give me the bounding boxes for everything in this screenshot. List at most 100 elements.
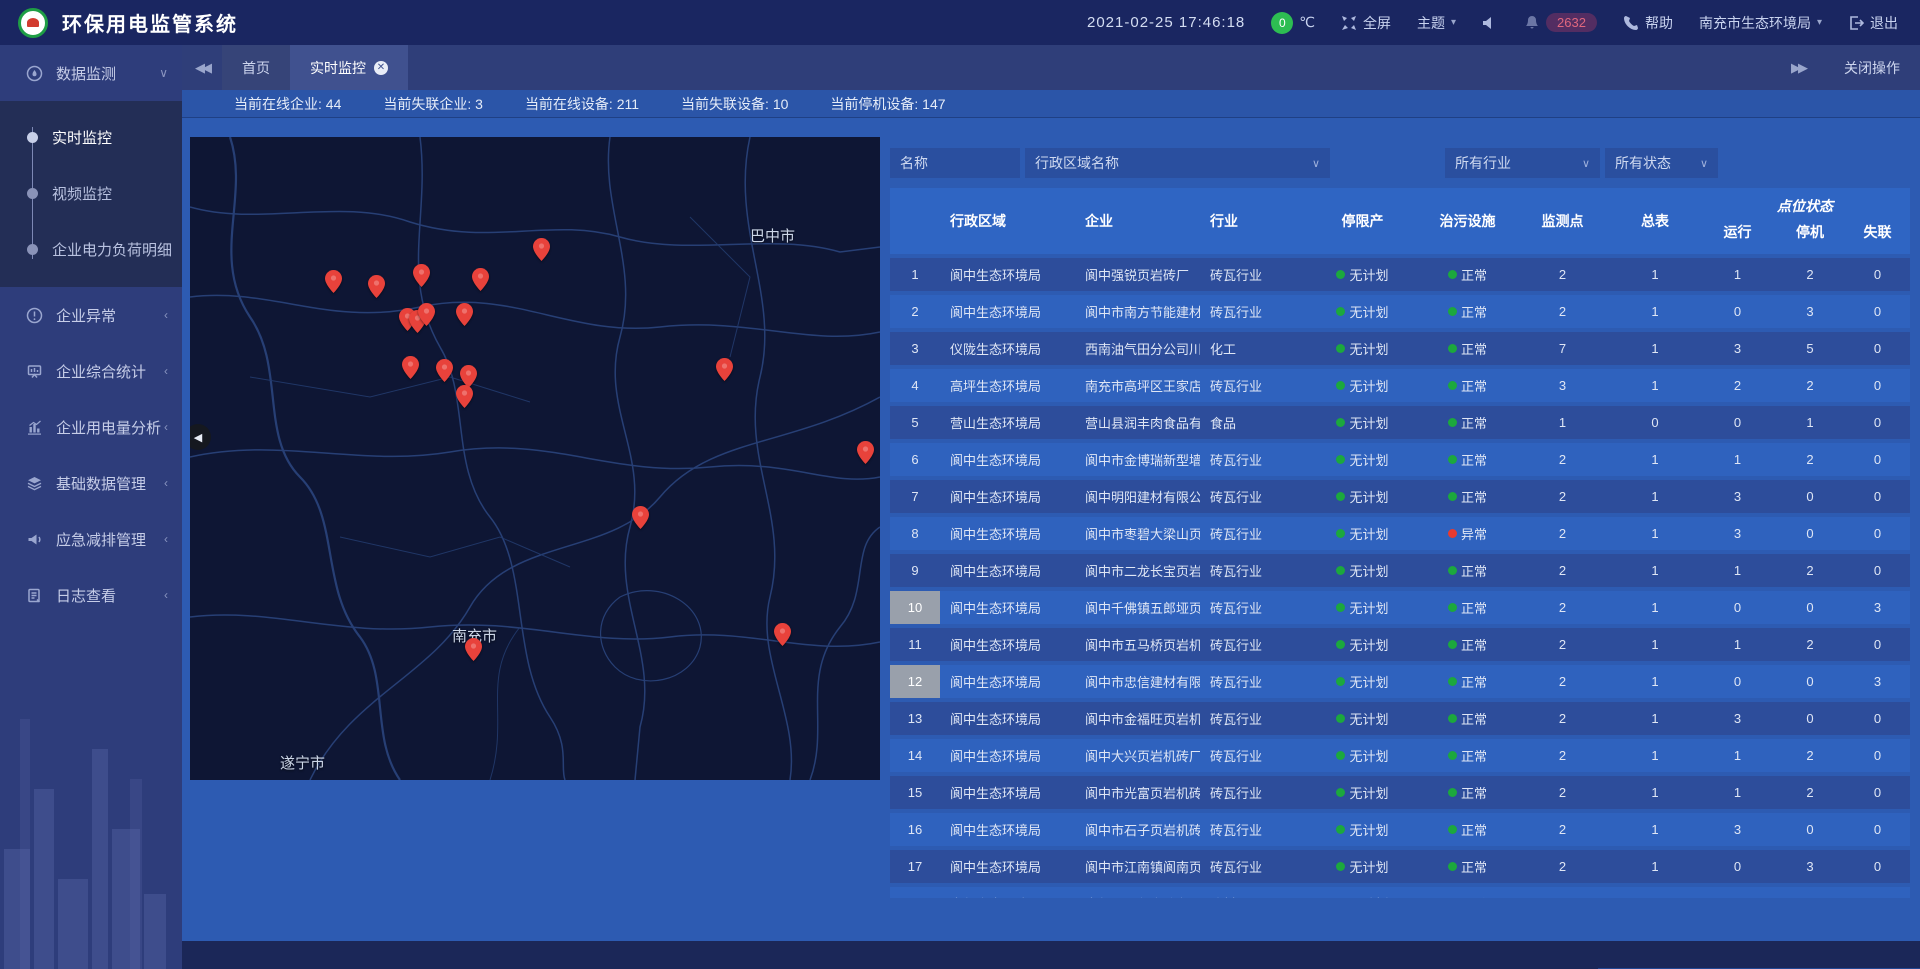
monitor-count: 2 <box>1515 859 1610 874</box>
layers-icon <box>26 475 43 492</box>
logout-button[interactable]: 退出 <box>1848 13 1898 33</box>
table-row[interactable]: 8阆中生态环境局阆中市枣碧大梁山页岩砖瓦行业无计划异常21300 <box>890 517 1910 550</box>
meter-count: 1 <box>1610 859 1700 874</box>
notifications[interactable]: 2632 <box>1524 13 1597 32</box>
region-cell: 仪陇生态环境局 <box>940 339 1075 358</box>
header-right: 2021-02-25 17:46:18 0 ℃ 全屏 主题 ▾ <box>1087 12 1920 34</box>
map-pin-icon[interactable] <box>402 356 419 379</box>
map-pin-icon[interactable] <box>456 303 473 326</box>
status-dot-icon <box>1448 640 1457 649</box>
region-select[interactable]: 行政区域名称 ∨ <box>1025 148 1330 178</box>
stop-count: 5 <box>1775 341 1845 356</box>
map-panel[interactable]: 巴中市南充市遂宁市 ◀ <box>190 137 880 780</box>
map-pin-icon[interactable] <box>533 238 550 261</box>
map-pin-icon[interactable] <box>418 303 435 326</box>
industry-select[interactable]: 所有行业 ∨ <box>1445 148 1600 178</box>
meter-count: 1 <box>1610 748 1700 763</box>
map-pin-icon[interactable] <box>857 441 874 464</box>
run-count: 1 <box>1700 452 1775 467</box>
lost-count: 0 <box>1845 748 1910 763</box>
sidebar-item-应急减排管理[interactable]: 应急减排管理‹ <box>0 511 182 567</box>
production-status: 无计划 <box>1305 413 1420 432</box>
map-pin-icon[interactable] <box>413 264 430 287</box>
status-select[interactable]: 所有状态 ∨ <box>1605 148 1718 178</box>
status-dot-icon <box>1336 529 1345 538</box>
table-row[interactable]: 9阆中生态环境局阆中市二龙长宝页岩砖砖瓦行业无计划正常21120 <box>890 554 1910 587</box>
sidebar-subitem-实时监控[interactable]: 实时监控 <box>0 109 182 165</box>
sidebar-item-日志查看[interactable]: 日志查看‹ <box>0 567 182 623</box>
table-row[interactable]: 4高坪生态环境局南充市高坪区王家店建砖瓦行业无计划正常31220 <box>890 369 1910 402</box>
sidebar-item-企业异常[interactable]: 企业异常‹ <box>0 287 182 343</box>
lost-count: 0 <box>1845 896 1910 898</box>
meter-count: 1 <box>1610 489 1700 504</box>
theme-dropdown[interactable]: 主题 ▾ <box>1417 13 1456 33</box>
table-row[interactable]: 6阆中生态环境局阆中市金博瑞新型墙材砖瓦行业无计划正常21120 <box>890 443 1910 476</box>
tab-home[interactable]: 首页 <box>222 45 290 90</box>
fullscreen-button[interactable]: 全屏 <box>1341 13 1391 33</box>
row-index: 7 <box>890 480 940 513</box>
org-dropdown[interactable]: 南充市生态环境局 ▾ <box>1699 13 1822 33</box>
stat-当前失联设备: 当前失联设备: 10 <box>681 94 788 114</box>
table-row[interactable]: 15阆中生态环境局阆中市光富页岩机砖厂砖瓦行业无计划正常21120 <box>890 776 1910 809</box>
chevron-down-icon: ∨ <box>1572 157 1590 170</box>
app-logo-icon <box>18 8 48 38</box>
sidebar-subitem-视频监控[interactable]: 视频监控 <box>0 165 182 221</box>
sidebar-item-数据监测[interactable]: 数据监测∨ <box>0 45 182 101</box>
table-row[interactable]: 16阆中生态环境局阆中市石子页岩机砖厂砖瓦行业无计划正常21300 <box>890 813 1910 846</box>
col-point-status-group: 点位状态 <box>1700 196 1910 218</box>
map-pin-icon[interactable] <box>632 506 649 529</box>
production-status: 无计划 <box>1305 672 1420 691</box>
table-row[interactable]: 2阆中生态环境局阆中市南方节能建材有砖瓦行业无计划正常21030 <box>890 295 1910 328</box>
treatment-status: 正常 <box>1420 487 1515 506</box>
table-row[interactable]: 1阆中生态环境局阆中强锐页岩砖厂砖瓦行业无计划正常21120 <box>890 258 1910 291</box>
table-row[interactable]: 10阆中生态环境局阆中千佛镇五郎垭页岩砖瓦行业无计划正常21003 <box>890 591 1910 624</box>
treatment-status: 正常 <box>1420 450 1515 469</box>
table-row[interactable]: 12阆中生态环境局阆中市忠信建材有限公砖瓦行业无计划正常21003 <box>890 665 1910 698</box>
sidebar-subitem-企业电力负荷明细[interactable]: 企业电力负荷明细 <box>0 221 182 277</box>
map-pin-icon[interactable] <box>465 638 482 661</box>
table-row[interactable]: 3仪陇生态环境局西南油气田分公司川中化工无计划正常71350 <box>890 332 1910 365</box>
table-row[interactable]: 5营山生态环境局营山县润丰肉食品有限食品无计划正常10010 <box>890 406 1910 439</box>
chevron-left-icon: ‹ <box>164 308 168 322</box>
meter-count: 1 <box>1610 563 1700 578</box>
close-operations-button[interactable]: 关闭操作 <box>1844 58 1900 78</box>
tab-realtime-monitor[interactable]: 实时监控 ✕ <box>290 45 408 90</box>
map-pin-icon[interactable] <box>472 268 489 291</box>
sidebar-item-基础数据管理[interactable]: 基础数据管理‹ <box>0 455 182 511</box>
table-row[interactable]: 7阆中生态环境局阆中明阳建材有限公司砖瓦行业无计划正常21300 <box>890 480 1910 513</box>
name-search-input[interactable] <box>900 155 1010 171</box>
table-row[interactable]: 14阆中生态环境局阆中大兴页岩机砖厂砖瓦行业无计划正常21120 <box>890 739 1910 772</box>
map-pin-icon[interactable] <box>456 385 473 408</box>
datetime: 2021-02-25 17:46:18 <box>1087 14 1245 31</box>
table-row[interactable]: 13阆中生态环境局阆中市金福旺页岩机砖砖瓦行业无计划正常21300 <box>890 702 1910 735</box>
table-row[interactable]: 17阆中生态环境局阆中市江南镇阆南页岩砖瓦行业无计划正常21030 <box>890 850 1910 883</box>
help-button[interactable]: 帮助 <box>1623 13 1673 33</box>
map-pin-icon[interactable] <box>716 358 733 381</box>
tabs-scroll-left-icon[interactable]: ◀◀ <box>182 45 222 90</box>
tabs-scroll-right-icon[interactable]: ▶▶ <box>1778 60 1818 76</box>
status-dot-icon <box>1336 714 1345 723</box>
status-dot-icon <box>1336 307 1345 316</box>
region-cell: 阆中生态环境局 <box>940 302 1075 321</box>
lost-count: 3 <box>1845 674 1910 689</box>
chevron-down-icon: ▾ <box>1451 17 1456 28</box>
map-pin-icon[interactable] <box>774 623 791 646</box>
production-status: 无计划 <box>1305 635 1420 654</box>
table-row[interactable]: 18南部生态环境局南部县砌华土砖有限公建材加工无计划正常21120 <box>890 887 1910 898</box>
table-header: 行政区域 企业 行业 停限产 治污设施 监测点 总表 点位状态 运行 停机 失联 <box>890 188 1910 254</box>
mute-button[interactable] <box>1482 15 1498 31</box>
production-status: 无计划 <box>1305 857 1420 876</box>
skyline-decoration <box>0 669 182 969</box>
map-pin-icon[interactable] <box>368 275 385 298</box>
table-row[interactable]: 11阆中生态环境局阆中市五马桥页岩机砖砖瓦行业无计划正常21120 <box>890 628 1910 661</box>
map-pin-icon[interactable] <box>325 270 342 293</box>
stop-count: 1 <box>1775 415 1845 430</box>
treatment-status: 正常 <box>1420 635 1515 654</box>
close-tab-icon[interactable]: ✕ <box>374 61 388 75</box>
run-count: 1 <box>1700 785 1775 800</box>
sidebar-item-企业综合统计[interactable]: 企业综合统计‹ <box>0 343 182 399</box>
status-dot-icon <box>1448 566 1457 575</box>
sidebar-item-企业用电量分析[interactable]: 企业用电量分析‹ <box>0 399 182 455</box>
speaker-muted-icon <box>1482 15 1498 31</box>
map-pin-icon[interactable] <box>436 359 453 382</box>
